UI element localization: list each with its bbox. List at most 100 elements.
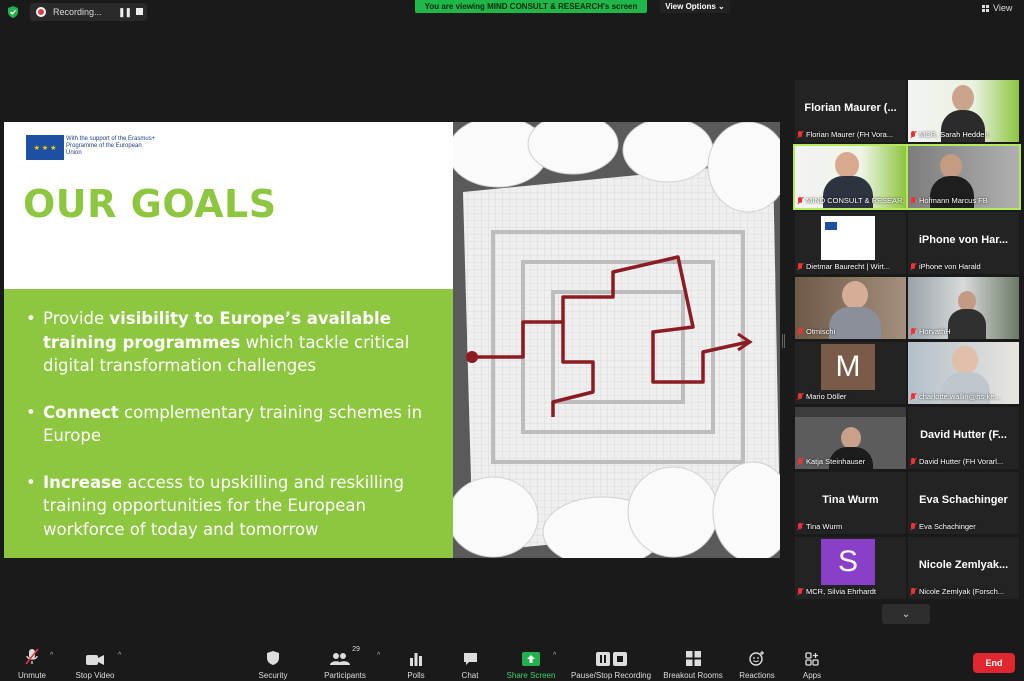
eu-support-text: With the support of the Erasmus+ Program… [66, 136, 156, 156]
participants-button[interactable]: 29 Participants [320, 640, 370, 681]
pause-stop-recording-button[interactable]: Pause/Stop Recording [568, 640, 654, 681]
video-options-caret[interactable]: ^ [118, 652, 121, 659]
maze-photo [453, 122, 780, 558]
polls-bar-icon [410, 653, 422, 666]
participant-label: Florian Maurer (FH Vora... [797, 129, 904, 140]
mic-muted-icon [910, 587, 916, 596]
participant-tile[interactable]: MCR, Sarah Hedden [908, 80, 1019, 142]
participant-display-name: Eva Schachinger [919, 494, 1008, 506]
participant-label: charlotte.wallin@hs-ke... [910, 391, 1017, 402]
goal-bullet: Increase access to upskilling and reskil… [26, 471, 443, 542]
mic-muted-icon [797, 457, 803, 466]
mic-muted-icon [797, 327, 803, 336]
view-button[interactable]: View [982, 3, 1012, 13]
shared-screen: ★ ★ ★ With the support of the Erasmus+ P… [4, 122, 780, 558]
participant-label: Dietmar Baurecht | Wirt... [797, 261, 904, 272]
participant-display-name: Nicole Zemlyak... [918, 559, 1009, 571]
virtual-background-banner [795, 407, 906, 417]
stop-icon [612, 652, 627, 666]
participant-tile[interactable]: iPhone von Har... iPhone von Harald [908, 212, 1019, 274]
record-dot-icon [36, 7, 46, 17]
participant-tile[interactable]: S MCR, Silvia Ehrhardt [795, 537, 906, 599]
chat-button[interactable]: Chat [455, 640, 485, 681]
shield-icon [267, 651, 279, 665]
mic-muted-icon [910, 196, 916, 205]
slide-goals-list: Provide visibility to Europe’s available… [4, 289, 453, 558]
participant-label: Otmischi [797, 326, 904, 337]
participant-tile[interactable]: Katja Steinhauser [795, 407, 906, 469]
participant-label: MCR, Sarah Hedden [910, 129, 1017, 140]
person-face [958, 291, 976, 311]
participant-tile[interactable]: Nicole Zemlyak... Nicole Zemlyak (Forsch… [908, 537, 1019, 599]
share-screen-icon [522, 652, 540, 666]
person-face [841, 427, 861, 449]
participant-label: MCR, Silvia Ehrhardt [797, 586, 904, 597]
slide-title: OUR GOALS [23, 182, 277, 226]
mic-muted-icon [797, 587, 803, 596]
person-face [835, 152, 859, 178]
participant-tile[interactable]: David Hutter (F... David Hutter (FH Vora… [908, 407, 1019, 469]
mic-muted-icon [25, 648, 39, 665]
apps-button[interactable]: Apps [797, 640, 827, 681]
polls-button[interactable]: Polls [401, 640, 431, 681]
reactions-button[interactable]: Reactions [736, 640, 778, 681]
participant-tile[interactable]: Eva Schachinger Eva Schachinger [908, 472, 1019, 534]
eu-flag-logo [825, 222, 837, 230]
participants-icon [330, 653, 351, 665]
mic-muted-icon [797, 196, 803, 205]
participants-options-caret[interactable]: ^ [377, 652, 380, 659]
grid-view-icon [982, 4, 989, 12]
participant-tile[interactable]: HorvathH [908, 277, 1019, 339]
participant-tile-active-speaker[interactable]: MIND CONSULT & RESEAR... [793, 144, 908, 210]
share-screen-button[interactable]: Share Screen [503, 640, 559, 681]
mic-muted-icon [797, 262, 803, 271]
security-button[interactable]: Security [255, 640, 291, 681]
slide-header: ★ ★ ★ With the support of the Erasmus+ P… [4, 122, 453, 289]
stop-video-button[interactable]: Stop Video [72, 640, 118, 681]
stop-recording-icon[interactable] [136, 8, 143, 15]
panel-resize-handle[interactable] [782, 334, 785, 348]
mic-muted-icon [910, 327, 916, 336]
participant-display-name: iPhone von Har... [918, 234, 1009, 246]
gallery-next-page-button[interactable]: ⌄ [882, 604, 930, 624]
participant-tile[interactable]: Florian Maurer (... Florian Maurer (FH V… [795, 80, 906, 142]
mic-muted-icon [910, 262, 916, 271]
chat-bubble-icon [463, 653, 477, 665]
person-face [842, 281, 868, 309]
smiley-icon [749, 651, 764, 666]
end-meeting-button[interactable]: End [973, 653, 1015, 673]
participant-label: Tina Wurm [797, 521, 904, 532]
meeting-toolbar: Unmute ^ Stop Video ^ Security 29 Partic… [0, 640, 1024, 681]
participant-label: Katja Steinhauser [797, 456, 904, 467]
mic-muted-icon [910, 522, 916, 531]
unmute-button[interactable]: Unmute [12, 640, 52, 681]
participant-label: Nicole Zemlyak (Forsch... [910, 586, 1017, 597]
chevron-down-icon: ⌄ [901, 608, 911, 620]
participant-label: Eva Schachinger [910, 521, 1017, 532]
pause-recording-icon[interactable]: ❚❚ [118, 7, 132, 18]
participant-label: David Hutter (FH Vorarl... [910, 456, 1017, 467]
participant-tile[interactable]: Dietmar Baurecht | Wirt... [795, 212, 906, 274]
audio-options-caret[interactable]: ^ [50, 652, 53, 659]
participants-count: 29 [352, 646, 360, 653]
recording-label: Recording... [53, 7, 102, 17]
view-label: View [993, 3, 1013, 13]
participant-display-name: Florian Maurer (... [804, 102, 897, 114]
participant-tile[interactable]: charlotte.wallin@hs-ke... [908, 342, 1019, 404]
mic-muted-icon [910, 130, 916, 139]
participant-tile[interactable]: Tina Wurm Tina Wurm [795, 472, 906, 534]
share-options-caret[interactable]: ^ [553, 652, 556, 659]
participant-tile[interactable]: M Mario Döller [795, 342, 906, 404]
eu-flag-logo: ★ ★ ★ [26, 135, 64, 160]
breakout-rooms-icon [685, 651, 701, 666]
video-camera-icon [86, 655, 104, 665]
participant-label: iPhone von Harald [910, 261, 1017, 272]
recording-indicator: Recording... ❚❚ [30, 3, 147, 21]
shield-icon[interactable] [6, 5, 20, 19]
view-options-button[interactable]: View Options ⌄ [660, 0, 730, 13]
breakout-rooms-button[interactable]: Breakout Rooms [660, 640, 726, 681]
participant-tile[interactable]: Otmischi [795, 277, 906, 339]
participant-label: HorvathH [910, 326, 1017, 337]
participant-label: MIND CONSULT & RESEAR... [797, 195, 904, 206]
participant-tile[interactable]: Hofmann Marcus FB [906, 144, 1021, 210]
